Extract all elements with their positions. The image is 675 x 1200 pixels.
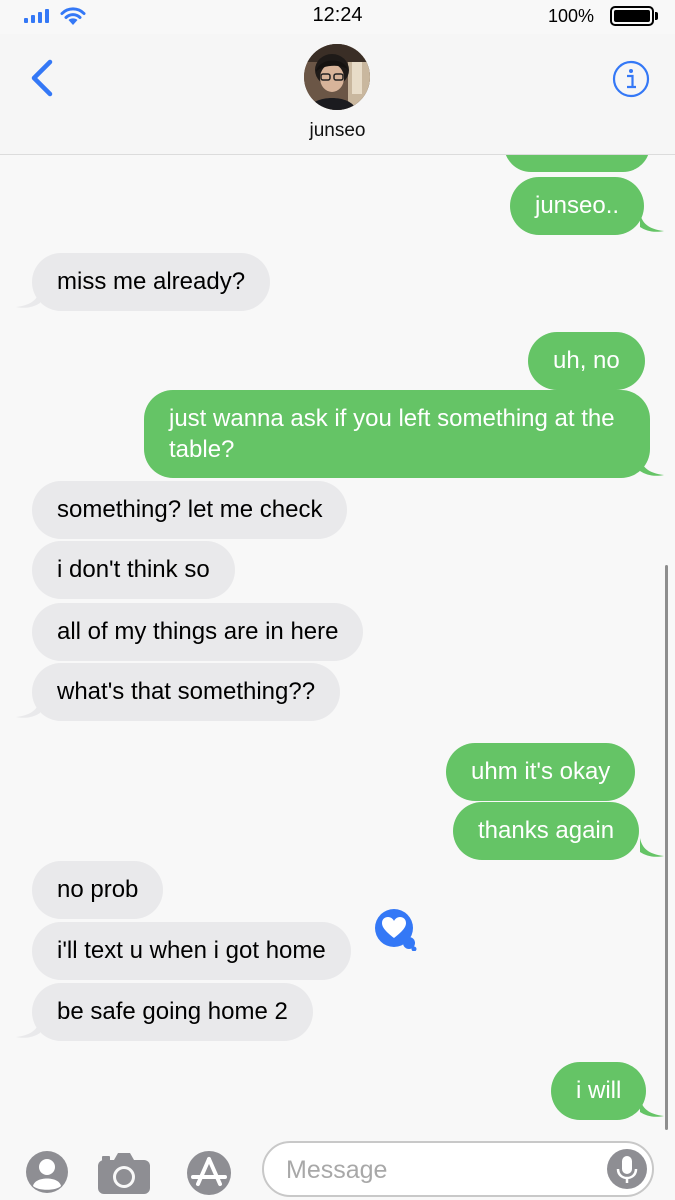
message-bubble-incoming[interactable]: i don't think so	[32, 541, 235, 599]
contact-name[interactable]: junseo	[0, 120, 675, 142]
heart-reaction-icon[interactable]	[371, 909, 417, 951]
messages-screen: junseo.. miss me already? uh, no just wa…	[0, 0, 675, 1200]
microphone-icon[interactable]	[606, 1148, 648, 1190]
avatar-photo	[304, 44, 370, 110]
contact-avatar[interactable]	[304, 44, 370, 110]
message-bubble-incoming[interactable]: no prob	[32, 861, 164, 919]
camera-icon[interactable]	[96, 1150, 152, 1196]
message-bubble-incoming[interactable]: something? let me check	[32, 481, 348, 539]
message-bubble-outgoing[interactable]: uh, no	[528, 332, 645, 390]
conversation-header: junseo	[0, 34, 675, 155]
message-bubble-incoming[interactable]: be safe going home 2	[32, 983, 313, 1041]
status-bar: 12:24 100%	[0, 0, 675, 34]
message-bubble-incoming[interactable]: miss me already?	[32, 253, 271, 311]
battery-tip	[655, 12, 658, 20]
message-bubble-incoming[interactable]: i'll text u when i got home	[32, 922, 351, 980]
bubble-tail	[16, 1019, 40, 1038]
message-input[interactable]	[286, 1153, 586, 1187]
battery-icon	[610, 6, 654, 26]
message-bubble-outgoing[interactable]: junseo..	[510, 177, 645, 235]
bubble-tail	[640, 838, 664, 857]
person-icon[interactable]	[25, 1150, 69, 1194]
bubble-tail	[640, 457, 664, 476]
bubble-tail	[640, 213, 664, 232]
bubble-tail	[640, 1098, 664, 1117]
message-bubble-outgoing[interactable]: thanks again	[453, 802, 640, 860]
battery-percentage: 100%	[548, 6, 595, 26]
message-bubble-incoming[interactable]: what's that something??	[32, 663, 341, 721]
message-bubble-incoming[interactable]: all of my things are in here	[32, 603, 364, 661]
app-store-icon[interactable]	[180, 1150, 238, 1196]
message-bubble-outgoing[interactable]: uhm it's okay	[446, 743, 636, 801]
message-input-container[interactable]	[262, 1141, 654, 1197]
message-bubble-outgoing[interactable]: i will	[551, 1062, 647, 1120]
bubble-tail	[16, 699, 40, 718]
scrollbar[interactable]	[665, 565, 668, 1130]
info-icon[interactable]	[612, 60, 650, 98]
chevron-left-icon[interactable]	[24, 58, 60, 98]
message-thread[interactable]: junseo.. miss me already? uh, no just wa…	[0, 0, 675, 1200]
compose-bar	[0, 1130, 675, 1200]
message-bubble-outgoing[interactable]: just wanna ask if you left something at …	[144, 390, 650, 478]
bubble-tail	[16, 289, 40, 308]
